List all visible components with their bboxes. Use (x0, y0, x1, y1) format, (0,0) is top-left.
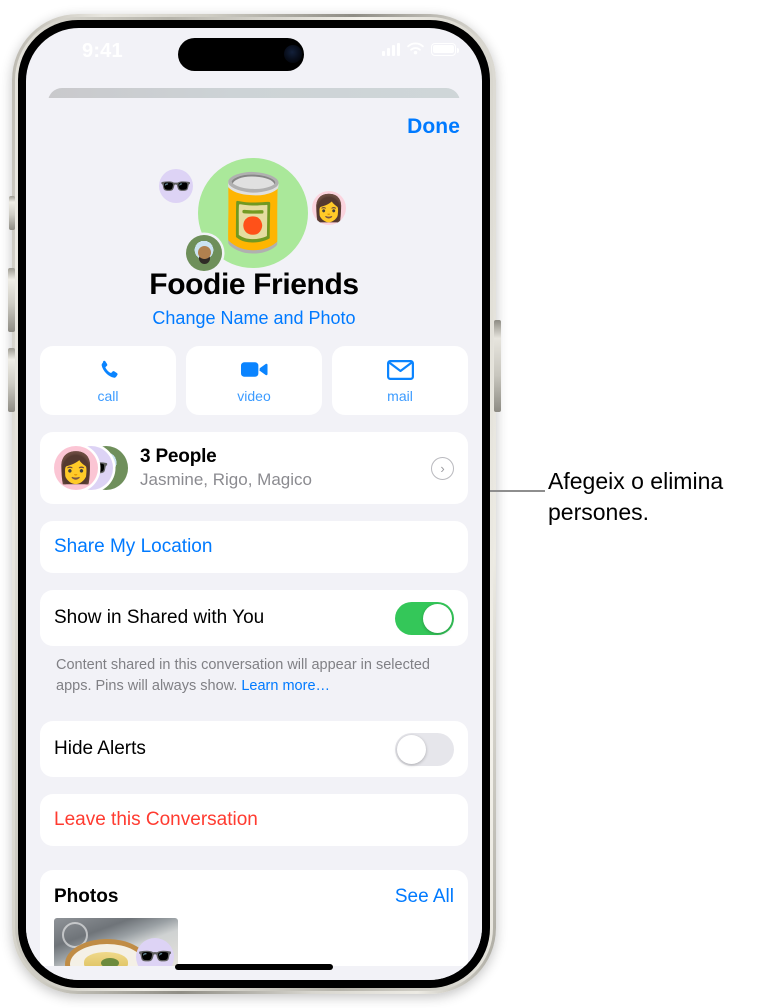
chevron-right-icon[interactable]: › (431, 456, 454, 480)
people-count: 3 People (140, 446, 217, 467)
photos-title: Photos (54, 886, 119, 908)
member-avatar-memoji-sunglasses: 🕶️ (159, 169, 193, 203)
member-avatar-stack: 🕶️ 👩 (54, 446, 128, 490)
photos-section: Photos See All 🕶️ (40, 870, 468, 967)
callout-text: Afegeix o elimina persones. (548, 468, 724, 525)
done-button[interactable]: Done (407, 115, 460, 139)
envelope-icon (386, 358, 414, 382)
silence-switch[interactable] (9, 196, 15, 230)
hide-alerts-toggle[interactable] (395, 732, 454, 766)
leave-conversation-label: Leave this Conversation (54, 809, 258, 831)
hide-alerts-row[interactable]: Hide Alerts (40, 721, 468, 778)
avatar-memoji-pink: 👩 (54, 446, 98, 490)
hide-alerts-label: Hide Alerts (54, 738, 146, 760)
volume-down-button[interactable] (8, 348, 15, 412)
mail-button-label: mail (387, 387, 413, 404)
mail-button[interactable]: mail (332, 346, 468, 415)
call-button-label: call (97, 387, 119, 404)
share-my-location-row[interactable]: Share My Location (40, 521, 468, 573)
share-my-location-label: Share My Location (54, 536, 213, 557)
photo-sender-avatar: 🕶️ (136, 938, 174, 967)
photo-thumbnail[interactable]: 🕶️ (54, 918, 178, 967)
power-button[interactable] (494, 320, 501, 412)
herb-decor (101, 958, 119, 967)
show-in-shared-with-you-label: Show in Shared with You (54, 607, 265, 628)
home-indicator[interactable] (175, 964, 333, 970)
see-all-button[interactable]: See All (395, 886, 454, 908)
people-names: Jasmine, Rigo, Magico (140, 470, 312, 489)
status-bar-time: 9:41 (82, 40, 123, 62)
battery-icon (431, 42, 459, 56)
phone-screen: 9:41 Done 🥫 🕶️ 👩 Foodie Friends Change N… (26, 28, 482, 980)
group-name: Foodie Friends (149, 268, 359, 301)
group-details-sheet: Done 🥫 🕶️ 👩 Foodie Friends Change Name a… (26, 98, 482, 980)
volume-up-button[interactable] (8, 268, 15, 332)
video-button[interactable]: video (186, 346, 322, 415)
member-avatar-memoji-glasses: 👩 (312, 191, 346, 225)
video-button-label: video (237, 387, 271, 404)
phone-icon (97, 358, 120, 382)
status-bar: 9:41 (26, 28, 482, 80)
video-camera-icon (240, 358, 268, 382)
learn-more-link[interactable]: Learn more… (241, 678, 330, 694)
screenshot-stage: Afegeix o elimina persones. 9:41 Done 🥫 … (0, 0, 758, 1008)
quick-actions: call video mail (40, 346, 468, 415)
call-button[interactable]: call (40, 346, 176, 415)
leave-conversation-row[interactable]: Leave this Conversation (40, 794, 468, 847)
shared-with-you-footnote: Content shared in this conversation will… (40, 646, 468, 697)
member-avatar-photo (186, 235, 222, 271)
glass-decor (62, 922, 88, 949)
group-header: 🥫 🕶️ 👩 Foodie Friends Change Name and Ph… (40, 156, 468, 346)
cellular-signal-icon (382, 42, 400, 56)
show-in-shared-with-you-toggle[interactable] (395, 601, 454, 635)
people-row[interactable]: 🕶️ 👩 3 People Jasmine, Rigo, Magico › (40, 432, 468, 504)
show-in-shared-with-you-row[interactable]: Show in Shared with You (40, 590, 468, 646)
front-camera-icon (284, 45, 302, 63)
wifi-icon (407, 42, 424, 55)
change-name-and-photo-link[interactable]: Change Name and Photo (40, 308, 468, 329)
